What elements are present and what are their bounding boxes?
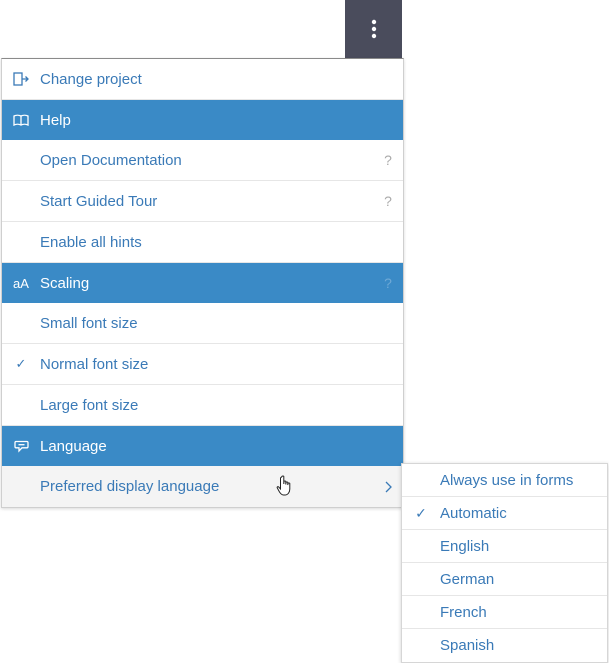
language-option-automatic[interactable]: ✓ Automatic — [402, 497, 607, 530]
hint-icon[interactable]: ? — [373, 275, 403, 291]
language-option-english[interactable]: English — [402, 530, 607, 563]
preferred-display-language-item[interactable]: Preferred display language — [2, 466, 403, 507]
check-icon: ✓ — [15, 356, 27, 371]
hint-icon[interactable]: ? — [373, 193, 403, 209]
hint-icon[interactable]: ? — [373, 152, 403, 168]
change-project-item[interactable]: Change project — [2, 59, 403, 100]
font-scaling-icon: aA — [13, 275, 29, 291]
small-font-size-item[interactable]: Small font size — [2, 303, 403, 344]
help-header-label: Help — [40, 111, 71, 129]
start-guided-tour-item[interactable]: Start Guided Tour ? — [2, 181, 403, 222]
language-header-label: Language — [40, 437, 107, 455]
enable-all-hints-label: Enable all hints — [40, 233, 142, 251]
enable-all-hints-item[interactable]: Enable all hints — [2, 222, 403, 263]
hand-cursor-icon — [276, 475, 291, 496]
language-option-label: English — [440, 537, 490, 555]
language-option-label: Spanish — [440, 637, 495, 654]
open-documentation-item[interactable]: Open Documentation ? — [2, 140, 403, 181]
open-documentation-label: Open Documentation — [40, 151, 182, 169]
language-option-german[interactable]: German — [402, 563, 607, 596]
book-icon — [2, 114, 40, 126]
language-option-label: Automatic — [440, 504, 507, 522]
normal-font-size-label: Normal font size — [40, 355, 149, 373]
kebab-icon — [371, 19, 376, 39]
large-font-size-label: Large font size — [40, 396, 139, 414]
help-section-header: Help — [2, 100, 403, 140]
small-font-size-label: Small font size — [40, 314, 138, 332]
language-option-always-use-in-forms[interactable]: Always use in forms — [402, 464, 607, 497]
exit-icon — [2, 72, 40, 86]
scaling-header-label: Scaling — [40, 274, 90, 292]
speech-bubble-icon — [2, 440, 40, 453]
language-submenu: Always use in forms ✓ Automatic English … — [401, 463, 608, 663]
preferred-display-language-label: Preferred display language — [40, 478, 220, 495]
change-project-label: Change project — [40, 70, 142, 88]
language-option-label: Always use in forms — [440, 471, 574, 489]
language-section-header: Language — [2, 426, 403, 466]
settings-menu: Change project Help Open Documentation ?… — [1, 58, 404, 508]
check-icon: ✓ — [415, 504, 427, 521]
language-option-label: German — [440, 570, 495, 588]
language-option-spanish[interactable]: Spanish — [402, 629, 607, 662]
language-option-french[interactable]: French — [402, 596, 607, 629]
more-options-button[interactable] — [345, 0, 402, 58]
language-option-label: French — [440, 603, 487, 621]
normal-font-size-item[interactable]: ✓ Normal font size — [2, 344, 403, 385]
scaling-section-header: aA Scaling ? — [2, 263, 403, 303]
large-font-size-item[interactable]: Large font size — [2, 385, 403, 426]
start-guided-tour-label: Start Guided Tour — [40, 192, 158, 210]
chevron-right-icon — [373, 481, 403, 493]
